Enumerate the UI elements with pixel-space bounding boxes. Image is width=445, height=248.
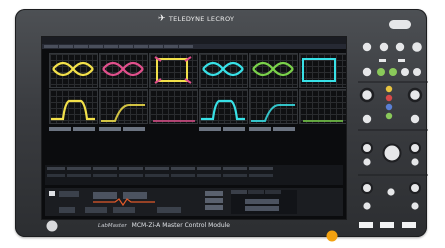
panel-button[interactable]: [363, 158, 371, 166]
panel-button[interactable]: [412, 42, 422, 52]
channel-1-led[interactable]: [385, 85, 393, 93]
delay-knob[interactable]: [409, 142, 421, 154]
panel-button[interactable]: [411, 158, 419, 166]
front-led-indicator: [46, 220, 58, 232]
panel-button[interactable]: [401, 68, 409, 76]
cursor-knob[interactable]: [409, 182, 421, 194]
panel-button[interactable]: [387, 188, 395, 196]
channel-3-led[interactable]: [385, 103, 393, 111]
timebase-small-knob[interactable]: [361, 142, 373, 154]
panel-button[interactable]: [410, 114, 420, 124]
model-caption: LabMaster MCM-Zi-A Master Control Module: [98, 222, 230, 229]
panel-key[interactable]: [398, 59, 405, 62]
power-button[interactable]: [326, 230, 338, 242]
trigger-level-knob[interactable]: [361, 182, 373, 194]
panel-button[interactable]: [363, 202, 371, 210]
model-number: MCM-Zi-A: [131, 222, 161, 229]
labmaster-logo: LabMaster: [98, 223, 127, 229]
bottom-key[interactable]: [359, 222, 373, 228]
panel-key[interactable]: [379, 59, 386, 62]
panel-button[interactable]: [362, 42, 372, 52]
panel-button[interactable]: [395, 42, 405, 52]
bottom-key[interactable]: [402, 222, 416, 228]
panel-button[interactable]: [362, 67, 372, 77]
channel-4-led[interactable]: [385, 112, 393, 120]
panel-button[interactable]: [413, 68, 421, 76]
bottom-key[interactable]: [380, 222, 394, 228]
vertical-knob-right[interactable]: [407, 87, 423, 103]
panel-button[interactable]: [362, 114, 372, 124]
module-name: Master Control Module: [162, 222, 230, 229]
led-button-green[interactable]: [389, 68, 397, 76]
front-panel-controls: [46, 42, 428, 242]
vertical-knob-left[interactable]: [359, 87, 375, 103]
panel-button[interactable]: [411, 202, 419, 210]
timebase-knob[interactable]: [382, 143, 402, 163]
led-button-green[interactable]: [377, 68, 385, 76]
channel-2-led[interactable]: [385, 94, 393, 102]
panel-button[interactable]: [379, 42, 389, 52]
